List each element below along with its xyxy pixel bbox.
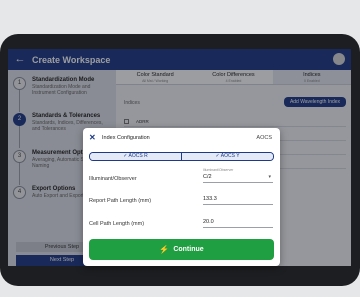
illuminant-observer-select[interactable]: C/2 ▾: [203, 173, 273, 183]
index-type-label: AOCS: [256, 135, 272, 141]
continue-button[interactable]: ⚡ Continue: [89, 239, 274, 260]
lightning-icon: ⚡: [159, 245, 170, 254]
close-icon[interactable]: ✕: [89, 133, 96, 142]
select-value: C/2: [203, 174, 212, 180]
index-toggle-group: ✓ AOCS R ✓ AOCS Y: [89, 152, 274, 161]
field-caption: Illuminant/Observer: [203, 168, 234, 172]
illuminant-observer-label: Illuminant/Observer: [89, 176, 137, 182]
index-configuration-dialog: ✕ Index Configuration AOCS ✓ AOCS R ✓ AO…: [83, 128, 280, 266]
report-path-length-label: Report Path Length (mm): [89, 198, 152, 204]
toggle-aocs-y[interactable]: ✓ AOCS Y: [181, 153, 273, 160]
cell-path-length-label: Cell Path Length (mm): [89, 221, 145, 227]
continue-label: Continue: [173, 246, 204, 253]
chevron-down-icon: ▾: [268, 174, 271, 180]
cell-path-length-input[interactable]: 20.0: [203, 218, 273, 228]
dialog-title: Index Configuration: [102, 135, 150, 141]
report-path-length-input[interactable]: 133.3: [203, 195, 273, 205]
toggle-aocs-r[interactable]: ✓ AOCS R: [90, 153, 181, 160]
